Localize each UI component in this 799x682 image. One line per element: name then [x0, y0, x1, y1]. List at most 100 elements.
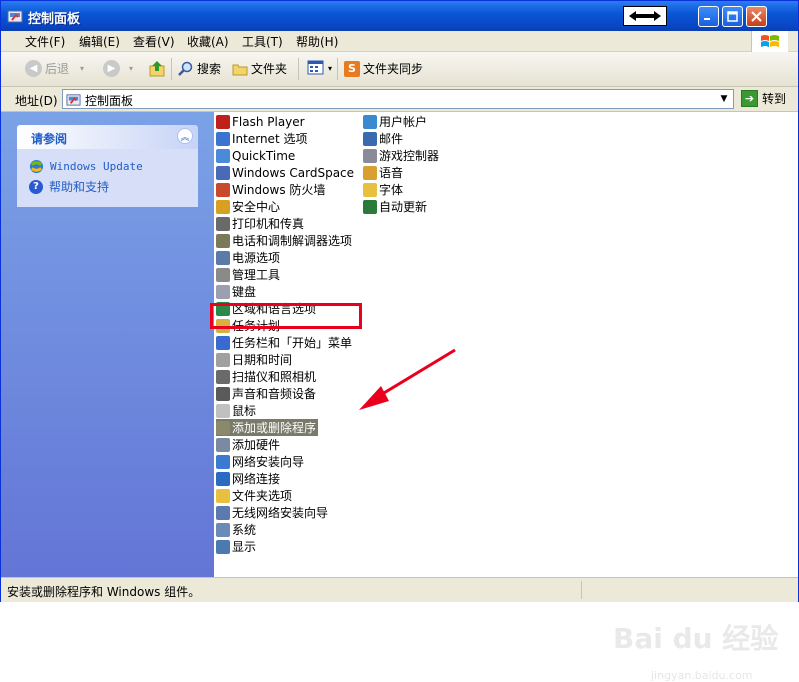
applet-item[interactable]: Windows CardSpace	[216, 164, 354, 181]
applet-label: 用户帐户	[379, 115, 428, 129]
address-dropdown-icon[interactable]: ▼	[716, 91, 732, 107]
windows-update-link[interactable]: Windows Update	[29, 159, 143, 174]
applet-item[interactable]: 字体	[363, 181, 403, 198]
views-button[interactable]: ▾	[307, 60, 332, 76]
applet-item[interactable]: 扫描仪和照相机	[216, 368, 316, 385]
applet-label: 安全中心	[232, 200, 281, 214]
go-button[interactable]: ➔ 转到	[741, 90, 786, 107]
address-bar: 地址(D) 控制面板 ▼ ➔ 转到	[1, 87, 798, 112]
applet-label: 无线网络安装向导	[232, 506, 329, 520]
keyboard-icon	[216, 284, 230, 299]
applet-item[interactable]: 打印机和传真	[216, 215, 304, 232]
applet-item[interactable]: 网络安装向导	[216, 453, 304, 470]
applet-item[interactable]: 电话和调制解调器选项	[216, 232, 352, 249]
applet-label: 网络连接	[232, 472, 281, 486]
applet-label: Windows CardSpace	[232, 165, 355, 180]
search-label: 搜索	[197, 62, 222, 76]
see-also-header[interactable]: 请参阅 ︽	[17, 125, 198, 149]
resize-cursor-icon	[623, 6, 667, 26]
folder-up-icon	[149, 61, 165, 77]
applet-item[interactable]: 日期和时间	[216, 351, 292, 368]
mail-icon	[363, 131, 377, 146]
applet-label: 邮件	[379, 132, 404, 146]
applet-label: 游戏控制器	[379, 149, 440, 163]
network-setup-icon	[216, 454, 230, 469]
applet-label: 添加硬件	[232, 438, 281, 452]
applet-label: 日期和时间	[232, 353, 293, 367]
menu-file[interactable]: 文件(F)	[25, 33, 65, 50]
phone-modem-icon	[216, 233, 230, 248]
applet-label: 管理工具	[232, 268, 281, 282]
automatic-updates-icon	[363, 199, 377, 214]
folders-button[interactable]: 文件夹	[232, 60, 287, 77]
applet-item[interactable]: 游戏控制器	[363, 147, 439, 164]
applet-label: 自动更新	[379, 200, 428, 214]
control-panel-window: 控制面板 文件(F) 编辑(E) 查看(V) 收藏(A) 工具(T) 帮助(H)	[0, 0, 799, 682]
address-label: 地址(D)	[15, 94, 58, 108]
help-support-link[interactable]: ? 帮助和支持	[29, 178, 109, 195]
applet-item[interactable]: 用户帐户	[363, 113, 427, 130]
back-button[interactable]: ◀ 后退 ▾	[25, 60, 84, 77]
applet-label: 鼠标	[232, 404, 257, 418]
fonts-icon	[363, 182, 377, 197]
applet-item[interactable]: 系统	[216, 521, 256, 538]
applet-item[interactable]: Flash Player	[216, 113, 305, 130]
mouse-icon	[216, 403, 230, 418]
help-support-label: 帮助和支持	[49, 180, 110, 194]
minimize-button[interactable]	[698, 6, 719, 27]
applet-item[interactable]: Windows 防火墙	[216, 181, 325, 198]
firewall-icon	[216, 182, 230, 197]
applet-item[interactable]: 声音和音频设备	[216, 385, 316, 402]
menu-favorites[interactable]: 收藏(A)	[187, 33, 229, 50]
applet-item[interactable]: 自动更新	[363, 198, 427, 215]
game-controller-icon	[363, 148, 377, 163]
applet-item[interactable]: QuickTime	[216, 147, 295, 164]
collapse-chevron-icon[interactable]: ︽	[177, 128, 193, 144]
menu-help[interactable]: 帮助(H)	[296, 33, 338, 50]
applet-label: 声音和音频设备	[232, 387, 317, 401]
security-center-icon	[216, 199, 230, 214]
status-bar: 安装或删除程序和 Windows 组件。	[1, 577, 798, 602]
applet-item[interactable]: 邮件	[363, 130, 403, 147]
windows-logo-icon	[751, 31, 788, 53]
applet-item[interactable]: 网络连接	[216, 470, 280, 487]
wireless-setup-icon	[216, 505, 230, 520]
applet-label: 电源选项	[232, 251, 281, 265]
applet-label: Internet 选项	[232, 132, 308, 146]
forward-button[interactable]: ▶ ▾	[103, 60, 133, 77]
applet-item[interactable]: 任务栏和「开始」菜单	[216, 334, 352, 351]
folder-icon	[232, 64, 248, 75]
applet-item[interactable]: 无线网络安装向导	[216, 504, 328, 521]
applet-item[interactable]: 语音	[363, 164, 403, 181]
go-arrow-icon: ➔	[741, 90, 758, 107]
menu-bar: 文件(F) 编辑(E) 查看(V) 收藏(A) 工具(T) 帮助(H)	[1, 31, 798, 52]
folder-sync-button[interactable]: S 文件夹同步	[344, 60, 423, 77]
scanner-camera-icon	[216, 369, 230, 384]
applet-item[interactable]: 文件夹选项	[216, 487, 292, 504]
maximize-button[interactable]	[722, 6, 743, 27]
applet-item[interactable]: Internet 选项	[216, 130, 307, 147]
up-button[interactable]	[149, 60, 165, 77]
taskbar-icon	[216, 335, 230, 350]
applet-item[interactable]: 添加硬件	[216, 436, 280, 453]
menu-view[interactable]: 查看(V)	[133, 33, 175, 50]
applet-item[interactable]: 鼠标	[216, 402, 256, 419]
applet-item[interactable]: 安全中心	[216, 198, 280, 215]
menu-edit[interactable]: 编辑(E)	[79, 33, 120, 50]
applet-item[interactable]: 添加或删除程序	[216, 419, 319, 436]
search-button[interactable]: 搜索	[178, 60, 221, 77]
close-button[interactable]	[746, 6, 767, 27]
windows-update-label: Windows Update	[50, 160, 143, 173]
applet-item[interactable]: 电源选项	[216, 249, 280, 266]
applet-label: Flash Player	[232, 114, 305, 129]
menu-tools[interactable]: 工具(T)	[242, 33, 283, 50]
title-bar[interactable]: 控制面板	[1, 1, 798, 31]
applet-item[interactable]: 显示	[216, 538, 256, 555]
applet-label: 文件夹选项	[232, 489, 293, 503]
printer-icon	[216, 216, 230, 231]
go-label: 转到	[762, 92, 787, 106]
applet-item[interactable]: 键盘	[216, 283, 256, 300]
address-input[interactable]: 控制面板 ▼	[62, 89, 734, 109]
applet-item[interactable]: 管理工具	[216, 266, 280, 283]
windows-update-icon	[29, 159, 44, 174]
